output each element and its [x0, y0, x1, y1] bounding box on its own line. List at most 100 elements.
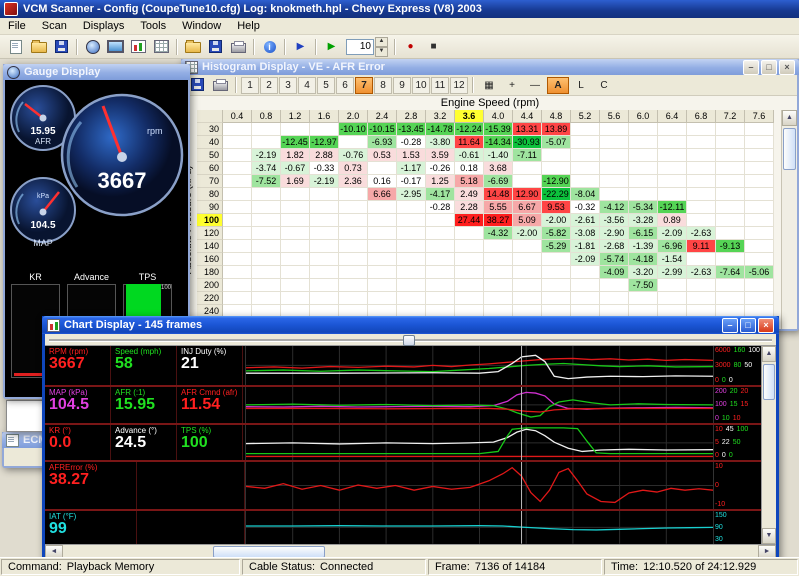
histogram-cell[interactable] [252, 240, 281, 253]
histogram-cell[interactable] [716, 175, 745, 188]
histogram-cell[interactable] [716, 227, 745, 240]
histogram-cell[interactable] [571, 149, 600, 162]
histogram-cell[interactable]: 2.36 [339, 175, 368, 188]
histogram-cell[interactable] [339, 292, 368, 305]
histogram-cell[interactable] [252, 188, 281, 201]
histogram-cell[interactable] [339, 279, 368, 292]
histogram-cell[interactable] [687, 201, 716, 214]
spin-up-icon[interactable]: ▲ [375, 37, 388, 47]
histogram-cell[interactable]: 1.82 [281, 149, 310, 162]
histogram-cell[interactable] [484, 240, 513, 253]
histogram-tool-+[interactable]: + [501, 77, 523, 94]
chart-param[interactable]: IAT (°F)99 [45, 511, 137, 544]
histogram-cell[interactable] [716, 214, 745, 227]
histogram-cell[interactable]: 38.27 [484, 214, 513, 227]
histogram-cell[interactable] [745, 123, 774, 136]
histogram-cell[interactable]: -14.78 [426, 123, 455, 136]
scroll-down-icon[interactable]: ▼ [762, 528, 776, 544]
histogram-cell[interactable] [571, 279, 600, 292]
histogram-cell[interactable] [745, 175, 774, 188]
histogram-cell[interactable]: -8.04 [571, 188, 600, 201]
histogram-cell[interactable]: 13.31 [513, 123, 542, 136]
histogram-cell[interactable]: -2.99 [658, 266, 687, 279]
histogram-cell[interactable]: -12.24 [455, 123, 484, 136]
scrollbar-thumb[interactable] [213, 546, 325, 557]
histogram-cell[interactable] [658, 292, 687, 305]
histogram-cell[interactable]: 1.69 [281, 175, 310, 188]
chart-param[interactable]: TPS (%)100 [177, 425, 243, 461]
histogram-cell[interactable] [571, 136, 600, 149]
histogram-cell[interactable] [368, 201, 397, 214]
histogram-column-header[interactable]: 4.0 [484, 110, 513, 123]
histogram-cell[interactable] [716, 123, 745, 136]
histogram-cell[interactable]: -5.82 [542, 227, 571, 240]
histogram-cell[interactable] [484, 292, 513, 305]
histogram-cell[interactable] [687, 162, 716, 175]
histogram-tab-4[interactable]: 4 [298, 77, 316, 94]
histogram-cell[interactable] [658, 188, 687, 201]
histogram-cell[interactable] [223, 188, 252, 201]
histogram-cell[interactable]: -1.39 [629, 240, 658, 253]
histogram-cell[interactable] [745, 240, 774, 253]
chart-plot[interactable] [245, 511, 713, 544]
chart-param[interactable]: AFR (:1)15.95 [111, 387, 177, 423]
histogram-cell[interactable] [687, 175, 716, 188]
histogram-cell[interactable] [513, 162, 542, 175]
histogram-cell[interactable]: -5.34 [629, 201, 658, 214]
histogram-cell[interactable] [310, 123, 339, 136]
histogram-cell[interactable] [571, 162, 600, 175]
histogram-cell[interactable] [687, 123, 716, 136]
histogram-cell[interactable]: -3.80 [426, 136, 455, 149]
histogram-titlebar[interactable]: Histogram Display - VE - AFR Error – □ × [181, 59, 799, 75]
chart-plot[interactable] [245, 425, 713, 461]
histogram-cell[interactable]: 14.48 [484, 188, 513, 201]
histogram-cell[interactable]: -4.32 [484, 227, 513, 240]
histogram-cell[interactable]: -0.28 [397, 136, 426, 149]
chart-param[interactable]: Speed (mph)58 [111, 346, 177, 385]
histogram-cell[interactable] [629, 136, 658, 149]
menu-file[interactable]: File [0, 19, 34, 33]
histogram-cell[interactable] [281, 253, 310, 266]
histogram-column-header[interactable]: 2.4 [368, 110, 397, 123]
histogram-cell[interactable] [223, 175, 252, 188]
histogram-tab-2[interactable]: 2 [260, 77, 278, 94]
histogram-cell[interactable] [281, 240, 310, 253]
histogram-cell[interactable] [310, 279, 339, 292]
histogram-cell[interactable] [600, 149, 629, 162]
maximize-icon[interactable]: □ [761, 60, 777, 75]
histogram-cell[interactable] [368, 240, 397, 253]
histogram-tab-6[interactable]: 6 [336, 77, 354, 94]
new-file-button[interactable] [4, 36, 27, 57]
histogram-cell[interactable] [310, 201, 339, 214]
histogram-cell[interactable] [223, 240, 252, 253]
histogram-cell[interactable] [397, 227, 426, 240]
histogram-cell[interactable]: -15.39 [484, 123, 513, 136]
histogram-cell[interactable]: 2.49 [455, 188, 484, 201]
histogram-cell[interactable]: 27.44 [455, 214, 484, 227]
histogram-cell[interactable] [745, 136, 774, 149]
histogram-cell[interactable]: -0.17 [397, 175, 426, 188]
histogram-cell[interactable] [252, 253, 281, 266]
histogram-row-header[interactable]: 60 [197, 162, 223, 175]
histogram-cell[interactable]: -10.10 [339, 123, 368, 136]
chart-param[interactable]: KR (°)0.0 [45, 425, 111, 461]
histogram-cell[interactable] [223, 253, 252, 266]
histogram-cell[interactable]: 1.53 [397, 149, 426, 162]
histogram-cell[interactable] [745, 253, 774, 266]
histogram-cell[interactable] [716, 188, 745, 201]
histogram-cell[interactable]: 1.25 [426, 175, 455, 188]
histogram-tab-11[interactable]: 11 [431, 77, 449, 94]
histogram-cell[interactable] [716, 149, 745, 162]
histogram-cell[interactable]: 5.55 [484, 201, 513, 214]
histogram-cell[interactable] [368, 253, 397, 266]
monitor-display-button[interactable] [104, 36, 127, 57]
histogram-cell[interactable]: -3.20 [629, 266, 658, 279]
histogram-tab-12[interactable]: 12 [450, 77, 468, 94]
histogram-cell[interactable]: -7.50 [629, 279, 658, 292]
histogram-cell[interactable] [658, 136, 687, 149]
histogram-cell[interactable] [716, 201, 745, 214]
histogram-cell[interactable]: -5.06 [745, 266, 774, 279]
histogram-cell[interactable] [339, 227, 368, 240]
chart-plot[interactable] [245, 387, 713, 423]
slider-thumb[interactable] [403, 335, 415, 346]
